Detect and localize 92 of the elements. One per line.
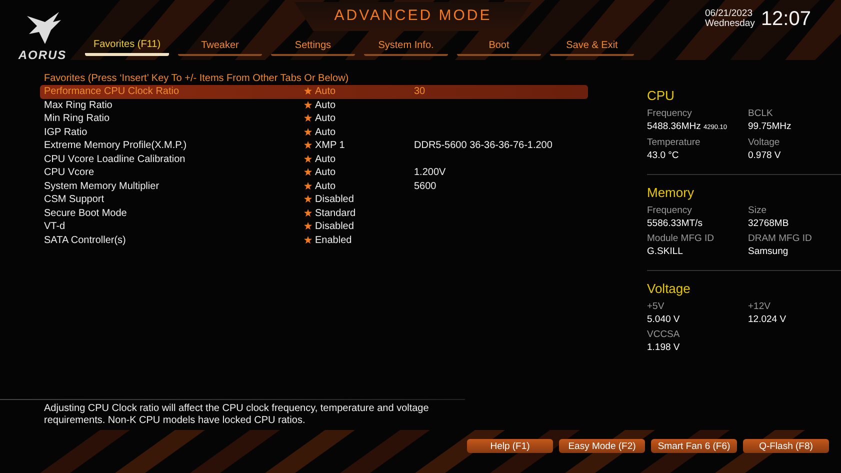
star-icon <box>304 236 312 244</box>
setting-row[interactable]: SATA Controller(s) Enabled <box>40 234 588 247</box>
setting-value: Auto <box>315 152 337 166</box>
section-title: Voltage <box>647 281 690 296</box>
setting-row[interactable]: Min Ring Ratio Auto <box>40 112 588 126</box>
date-text: 06/21/2023 <box>704 9 754 19</box>
logo-text: AORUS <box>18 48 67 62</box>
setting-value: Auto <box>315 85 337 98</box>
setting-detail: 1.200V <box>414 166 447 180</box>
field-value: 5.040 V <box>647 313 680 326</box>
setting-row[interactable]: VT-d Disabled <box>40 220 588 234</box>
setting-row[interactable]: Performance CPU Clock Ratio Auto 30 <box>40 85 588 98</box>
tab[interactable]: Save & Exit <box>550 39 634 56</box>
setting-name: Performance CPU Clock Ratio <box>44 85 180 98</box>
field-label: Frequency <box>647 107 692 120</box>
section-title: CPU <box>647 88 674 103</box>
setting-row[interactable]: CPU Vcore Loadline Calibration Auto <box>40 152 588 166</box>
setting-name: Secure Boot Mode <box>44 206 128 220</box>
function-button[interactable]: Q-Flash (F8) <box>743 439 829 453</box>
function-button[interactable]: Help (F1) <box>467 439 553 453</box>
function-button[interactable]: Smart Fan 6 (F6) <box>651 439 737 453</box>
star-icon <box>304 182 312 190</box>
setting-value: Auto <box>315 166 337 180</box>
field-label: Module MFG ID <box>647 232 714 245</box>
section-title: Memory <box>647 185 694 200</box>
field-label: +5V <box>647 300 664 313</box>
setting-name: Max Ring Ratio <box>44 98 114 112</box>
field-label: Temperature <box>647 136 700 149</box>
tab[interactable]: Favorites (F11) <box>85 39 169 56</box>
setting-name: CPU Vcore <box>44 166 96 180</box>
field-value: 99.75MHz <box>748 120 792 133</box>
setting-row[interactable]: Extreme Memory Profile(X.M.P.) XMP 1 DDR5-5600 36-36-36-76-1.200 <box>40 139 588 152</box>
weekday-text: Wednesday <box>704 19 755 29</box>
setting-value: Auto <box>315 180 337 193</box>
setting-row[interactable]: System Memory Multiplier Auto 5600 <box>40 180 588 193</box>
setting-value: Disabled <box>315 193 355 206</box>
field-label: VCCSA <box>647 328 680 341</box>
setting-name: VT-d <box>44 220 66 234</box>
field-value: 12.024 V <box>748 313 786 326</box>
star-icon <box>304 208 312 216</box>
setting-value: Auto <box>315 98 337 112</box>
setting-value: Standard <box>315 206 357 220</box>
setting-value: Disabled <box>315 220 355 234</box>
setting-name: System Memory Multiplier <box>44 180 160 193</box>
star-icon <box>304 87 312 95</box>
clock-time: 12:07 <box>760 8 811 30</box>
field-value: 5586.33MT/s <box>647 217 702 230</box>
setting-row[interactable]: CPU Vcore Auto 1.200V <box>40 166 588 180</box>
setting-name: Extreme Memory Profile(X.M.P.) <box>44 139 188 152</box>
setting-row[interactable]: Secure Boot Mode Standard <box>40 206 588 220</box>
tab[interactable]: Boot <box>457 39 541 56</box>
field-label: DRAM MFG ID <box>748 232 812 245</box>
favorites-heading: Favorites (Press ‘Insert’ Key To +/- Items From Other Tabs Or Below) <box>44 73 349 84</box>
tab[interactable]: Settings <box>271 39 355 56</box>
setting-detail: DDR5-5600 36-36-36-76-1.200 <box>414 139 554 152</box>
star-icon <box>304 128 312 136</box>
field-label: BCLK <box>748 107 773 120</box>
star-icon <box>304 222 312 230</box>
setting-detail: 30 <box>414 85 426 98</box>
setting-value: XMP 1 <box>315 139 346 152</box>
field-value: 1.198 V <box>647 341 680 354</box>
field-value: Samsung <box>748 245 788 258</box>
mode-title: ADVANCED MODE <box>294 2 532 31</box>
star-icon <box>304 154 312 162</box>
setting-name: SATA Controller(s) <box>44 234 127 247</box>
setting-value: Enabled <box>315 234 353 247</box>
setting-name: CPU Vcore Loadline Calibration <box>44 152 186 166</box>
field-label: Size <box>748 204 766 217</box>
tab[interactable]: System Info. <box>364 39 448 56</box>
field-value: 0.978 V <box>748 149 781 162</box>
help-description: Adjusting CPU Clock ratio will affect the CPU clock frequency, temperature and voltage requirements. Non-K CPU models have locked CPU ratios. <box>44 403 430 426</box>
setting-row[interactable]: CSM Support Disabled <box>40 193 588 206</box>
setting-name: CSM Support <box>44 193 106 206</box>
setting-name: IGP Ratio <box>44 126 88 139</box>
star-icon <box>304 168 312 176</box>
setting-value: Auto <box>315 112 337 126</box>
star-icon <box>304 114 312 122</box>
function-button[interactable]: Easy Mode (F2) <box>559 439 645 453</box>
field-label: Voltage <box>748 136 780 149</box>
field-value: G.SKILL <box>647 245 683 258</box>
field-value: 32768MB <box>748 217 789 230</box>
star-icon <box>304 195 312 203</box>
star-icon <box>304 100 312 108</box>
field-label: Frequency <box>647 204 692 217</box>
setting-row[interactable]: Max Ring Ratio Auto <box>40 98 588 112</box>
setting-name: Min Ring Ratio <box>44 112 111 126</box>
setting-detail: 5600 <box>414 180 438 193</box>
field-value: 43.0 °C <box>647 149 679 162</box>
setting-value: Auto <box>315 126 337 139</box>
field-label: +12V <box>748 300 770 313</box>
star-icon <box>304 141 312 149</box>
setting-row[interactable]: IGP Ratio Auto <box>40 126 588 139</box>
